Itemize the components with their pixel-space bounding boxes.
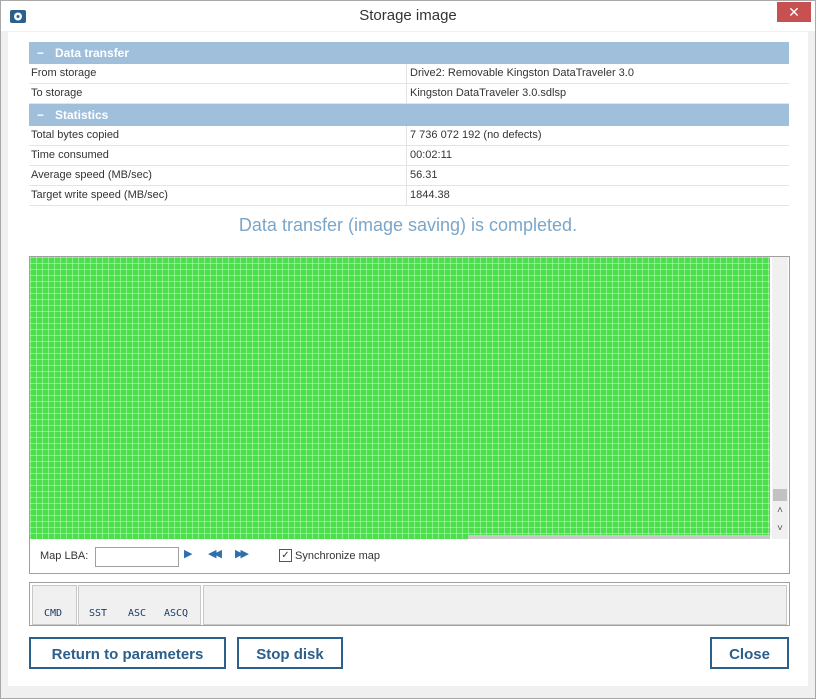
collapse-icon[interactable]: −	[37, 42, 47, 64]
map-toolbar: Map LBA: ▶ ◀◀ ▶▶ ✓ Synchronize map	[30, 542, 788, 572]
synchronize-map-label: Synchronize map	[295, 550, 380, 562]
collapse-icon[interactable]: −	[37, 104, 47, 126]
row-label: To storage	[31, 87, 83, 99]
row-value: Kingston DataTraveler 3.0.sdlsp	[410, 87, 567, 99]
register-cmd-label: CMD	[44, 608, 63, 619]
column-divider	[406, 84, 407, 103]
register-asc-label: ASC	[128, 608, 147, 619]
section-header-statistics[interactable]: − Statistics	[29, 104, 789, 126]
rewind-icon[interactable]: ◀◀	[208, 547, 222, 560]
register-log	[203, 585, 787, 625]
row-value: 56.31	[410, 169, 438, 181]
property-grid: − Data transfer From storage Drive2: Rem…	[29, 42, 789, 206]
register-cmd: CMD	[32, 585, 77, 625]
grid-row-average-speed: Average speed (MB/sec) 56.31	[29, 166, 789, 186]
scrollbar-thumb[interactable]	[773, 489, 787, 501]
storage-image-window: Storage image ✕ − Data transfer From sto…	[0, 0, 816, 699]
grid-row-time-consumed: Time consumed 00:02:11	[29, 146, 789, 166]
content-panel: − Data transfer From storage Drive2: Rem…	[8, 32, 808, 686]
sector-map-unprocessed	[468, 535, 770, 539]
register-bar: CMD SST ASC ASCQ	[29, 582, 790, 626]
register-sense: SST ASC ASCQ	[78, 585, 201, 625]
close-icon: ✕	[788, 4, 800, 20]
row-label: Average speed (MB/sec)	[31, 169, 152, 181]
title-bar: Storage image ✕	[1, 1, 815, 31]
map-scrollbar[interactable]: ˄ ˅	[772, 257, 788, 539]
column-divider	[406, 186, 407, 205]
register-ascq-label: ASCQ	[164, 608, 189, 619]
status-message: Data transfer (image saving) is complete…	[238, 215, 578, 235]
grid-row-target-write-speed: Target write speed (MB/sec) 1844.38	[29, 186, 789, 206]
window-title: Storage image	[359, 7, 457, 24]
column-divider	[406, 146, 407, 165]
window-close-button[interactable]: ✕	[777, 2, 811, 22]
grid-row-from-storage: From storage Drive2: Removable Kingston …	[29, 64, 789, 84]
map-lba-input[interactable]	[95, 547, 179, 567]
sector-map[interactable]	[30, 257, 770, 539]
row-label: Total bytes copied	[31, 129, 120, 141]
scroll-down-icon[interactable]: ˅	[772, 523, 788, 534]
grid-row-to-storage: To storage Kingston DataTraveler 3.0.sdl…	[29, 84, 789, 104]
grid-row-total-bytes: Total bytes copied 7 736 072 192 (no def…	[29, 126, 789, 146]
close-button[interactable]: Close	[710, 637, 789, 669]
row-label: Time consumed	[31, 149, 109, 161]
register-sst-label: SST	[89, 608, 108, 619]
synchronize-map-checkbox[interactable]: ✓	[279, 549, 292, 562]
section-header-data-transfer[interactable]: − Data transfer	[29, 42, 789, 64]
fast-forward-icon[interactable]: ▶▶	[235, 547, 249, 560]
stop-disk-button[interactable]: Stop disk	[237, 637, 343, 669]
sector-map-panel: ˄ ˅ Map LBA: ▶ ◀◀ ▶▶ ✓ Synchronize map	[29, 256, 790, 574]
section-title: Statistics	[55, 108, 109, 122]
column-divider	[406, 64, 407, 83]
map-lba-label: Map LBA:	[40, 550, 89, 562]
row-label: From storage	[31, 67, 97, 79]
row-value: 7 736 072 192 (no defects)	[410, 129, 542, 141]
column-divider	[406, 126, 407, 145]
row-value: Drive2: Removable Kingston DataTraveler …	[410, 67, 634, 79]
row-value: 00:02:11	[410, 149, 453, 161]
play-icon[interactable]: ▶	[184, 547, 192, 560]
scroll-up-icon[interactable]: ˄	[772, 505, 788, 516]
section-title: Data transfer	[55, 46, 130, 60]
return-to-parameters-button[interactable]: Return to parameters	[29, 637, 226, 669]
column-divider	[406, 166, 407, 185]
row-value: 1844.38	[410, 189, 450, 201]
row-label: Target write speed (MB/sec)	[31, 189, 168, 201]
